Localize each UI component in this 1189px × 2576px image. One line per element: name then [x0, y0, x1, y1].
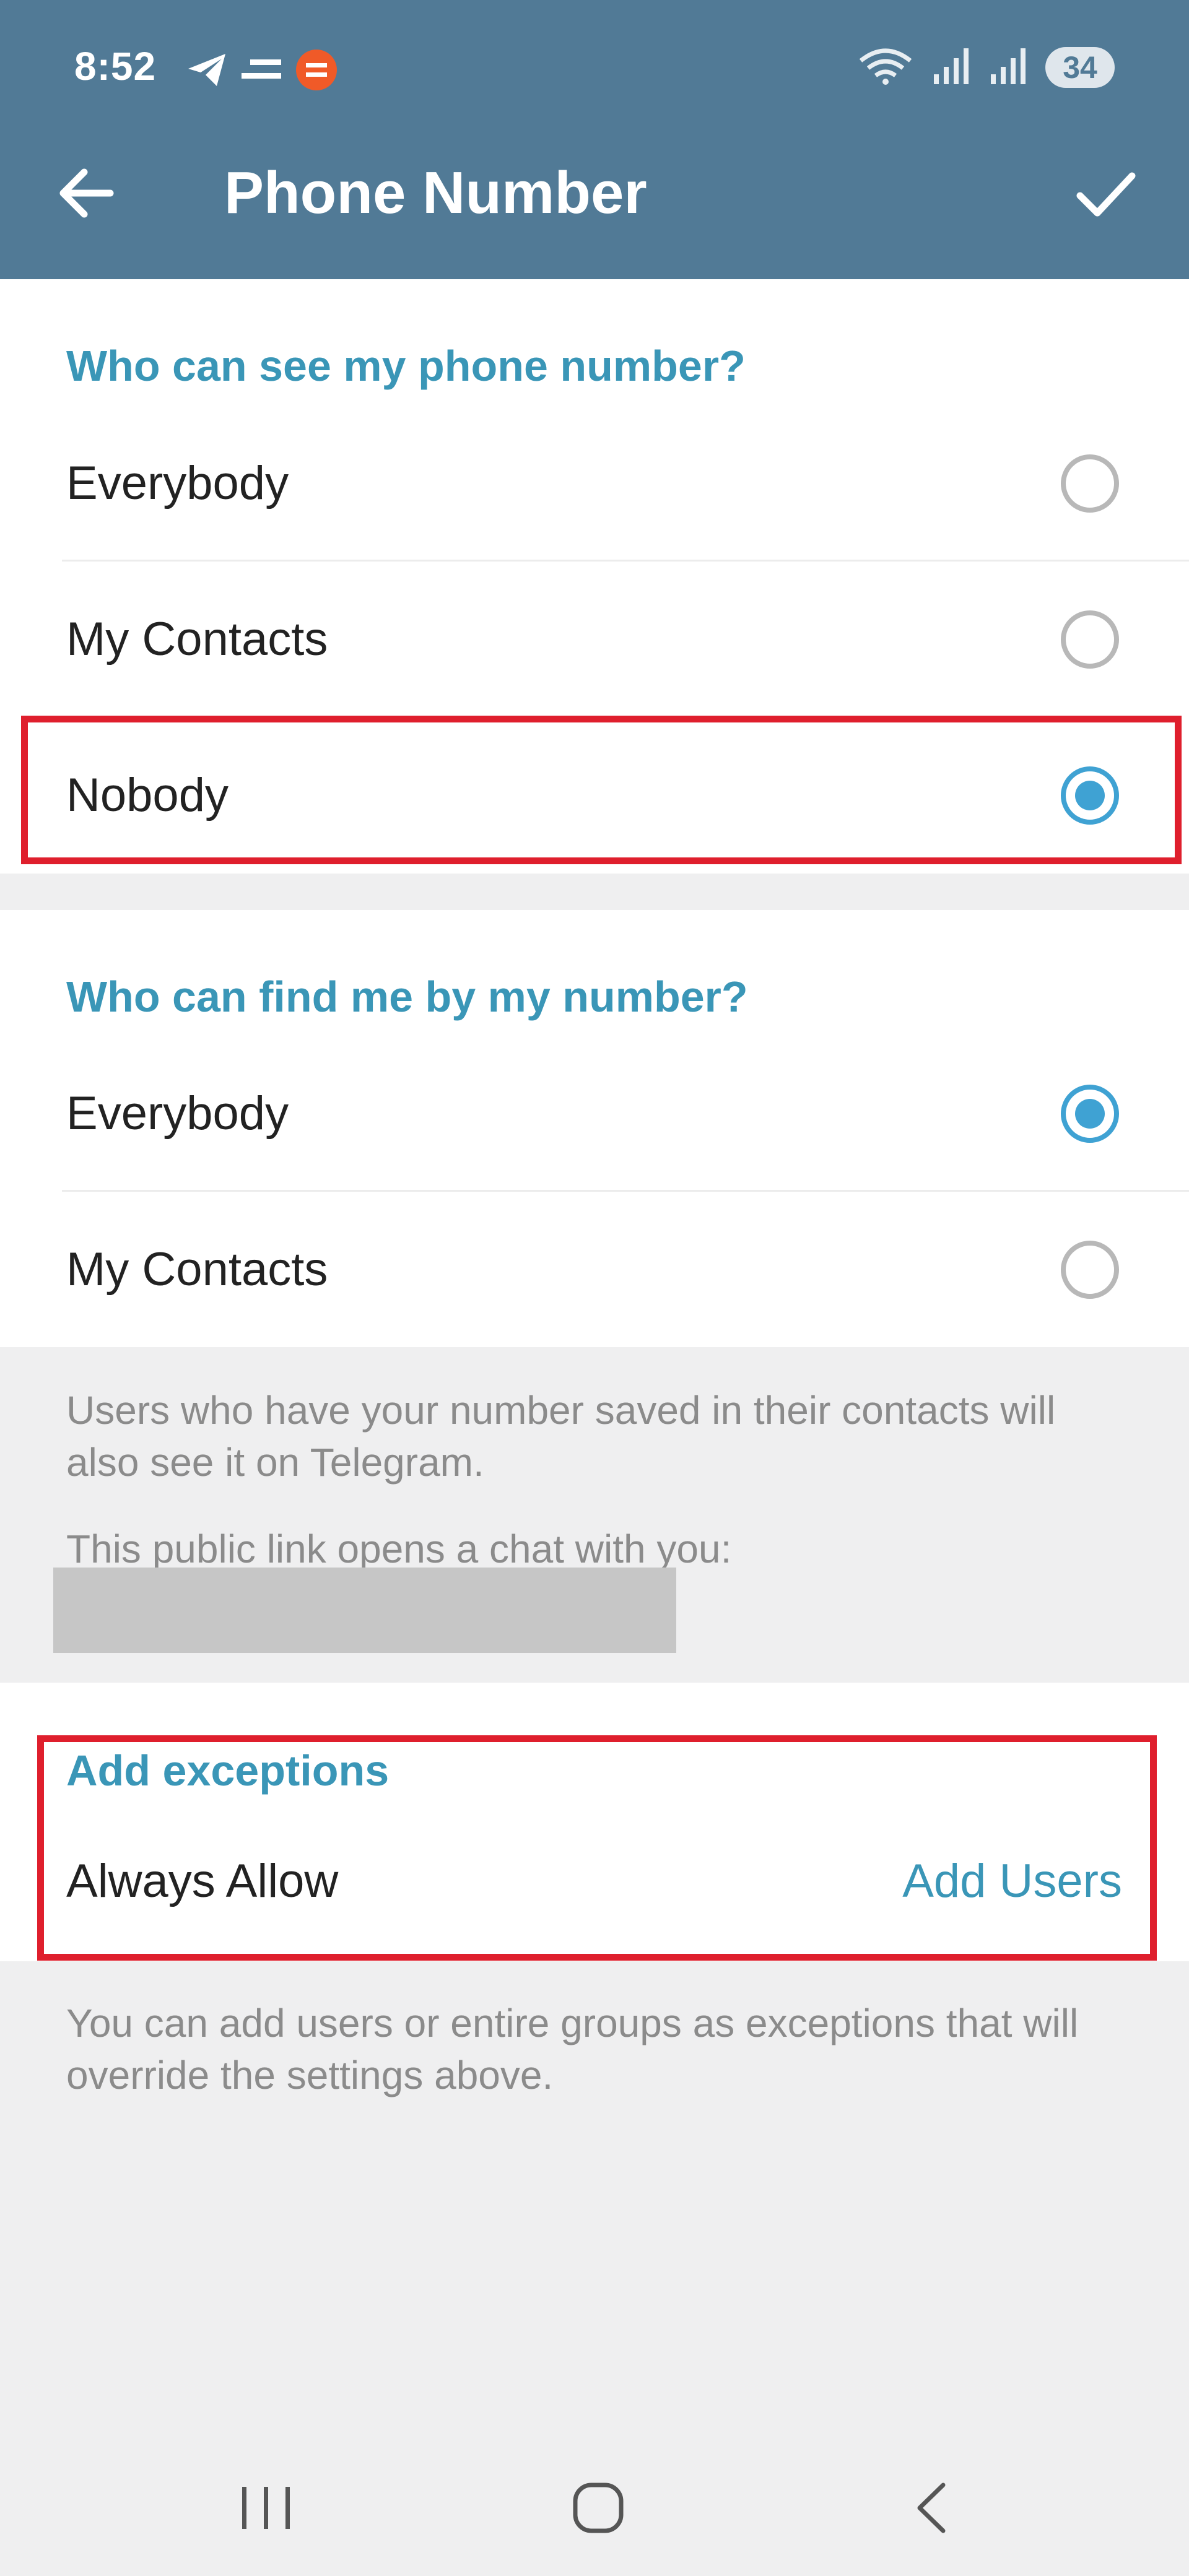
option-find-my-contacts[interactable]: My Contacts — [0, 1192, 1189, 1348]
status-icons-right: 34 — [857, 46, 1115, 89]
option-find-everybody[interactable]: Everybody — [0, 1036, 1189, 1192]
redacted-public-link — [53, 1568, 676, 1653]
menu-lines-icon — [240, 54, 284, 89]
radio-find-my-contacts[interactable] — [1061, 1241, 1119, 1299]
wifi-icon — [857, 46, 914, 89]
notification-app-icon — [295, 48, 338, 95]
telegram-send-icon — [186, 51, 229, 92]
arrow-left-icon — [59, 168, 114, 218]
highlight-box-exceptions — [37, 1735, 1157, 1961]
page-title: Phone Number — [224, 160, 647, 226]
option-label: Everybody — [66, 457, 289, 510]
option-label: Everybody — [66, 1087, 289, 1140]
home-icon — [573, 2483, 624, 2533]
section-header-find-number: Who can find me by my number? — [66, 973, 748, 1021]
option-label: My Contacts — [66, 613, 328, 666]
battery-indicator: 34 — [1045, 46, 1115, 88]
home-button[interactable] — [536, 2439, 660, 2576]
back-button[interactable] — [56, 162, 118, 224]
radio-find-everybody[interactable] — [1061, 1085, 1119, 1143]
app-bar: 8:52 34 Phone Number — [0, 0, 1189, 279]
nav-back-button[interactable] — [869, 2439, 993, 2576]
section-header-see-number: Who can see my phone number? — [66, 342, 746, 390]
radio-see-my-contacts[interactable] — [1061, 610, 1119, 669]
status-time: 8:52 — [74, 44, 157, 89]
option-see-everybody[interactable]: Everybody — [0, 405, 1189, 562]
radio-see-everybody[interactable] — [1061, 454, 1119, 513]
highlight-box-nobody — [21, 716, 1182, 864]
checkmark-icon — [1076, 172, 1136, 217]
status-icons-left — [186, 48, 338, 95]
option-see-my-contacts[interactable]: My Contacts — [0, 562, 1189, 718]
nav-back-icon — [917, 2483, 946, 2533]
confirm-button[interactable] — [1071, 162, 1139, 224]
recents-button[interactable] — [204, 2439, 328, 2576]
exceptions-footer-text: You can add users or entire groups as ex… — [66, 2001, 1079, 2097]
recents-icon — [242, 2486, 290, 2529]
system-nav-bar — [0, 2439, 1189, 2576]
find-number-info: Users who have your number saved in thei… — [66, 1388, 1056, 1485]
signal-icon — [931, 46, 971, 89]
option-label: My Contacts — [66, 1243, 328, 1296]
signal-icon — [988, 46, 1028, 89]
